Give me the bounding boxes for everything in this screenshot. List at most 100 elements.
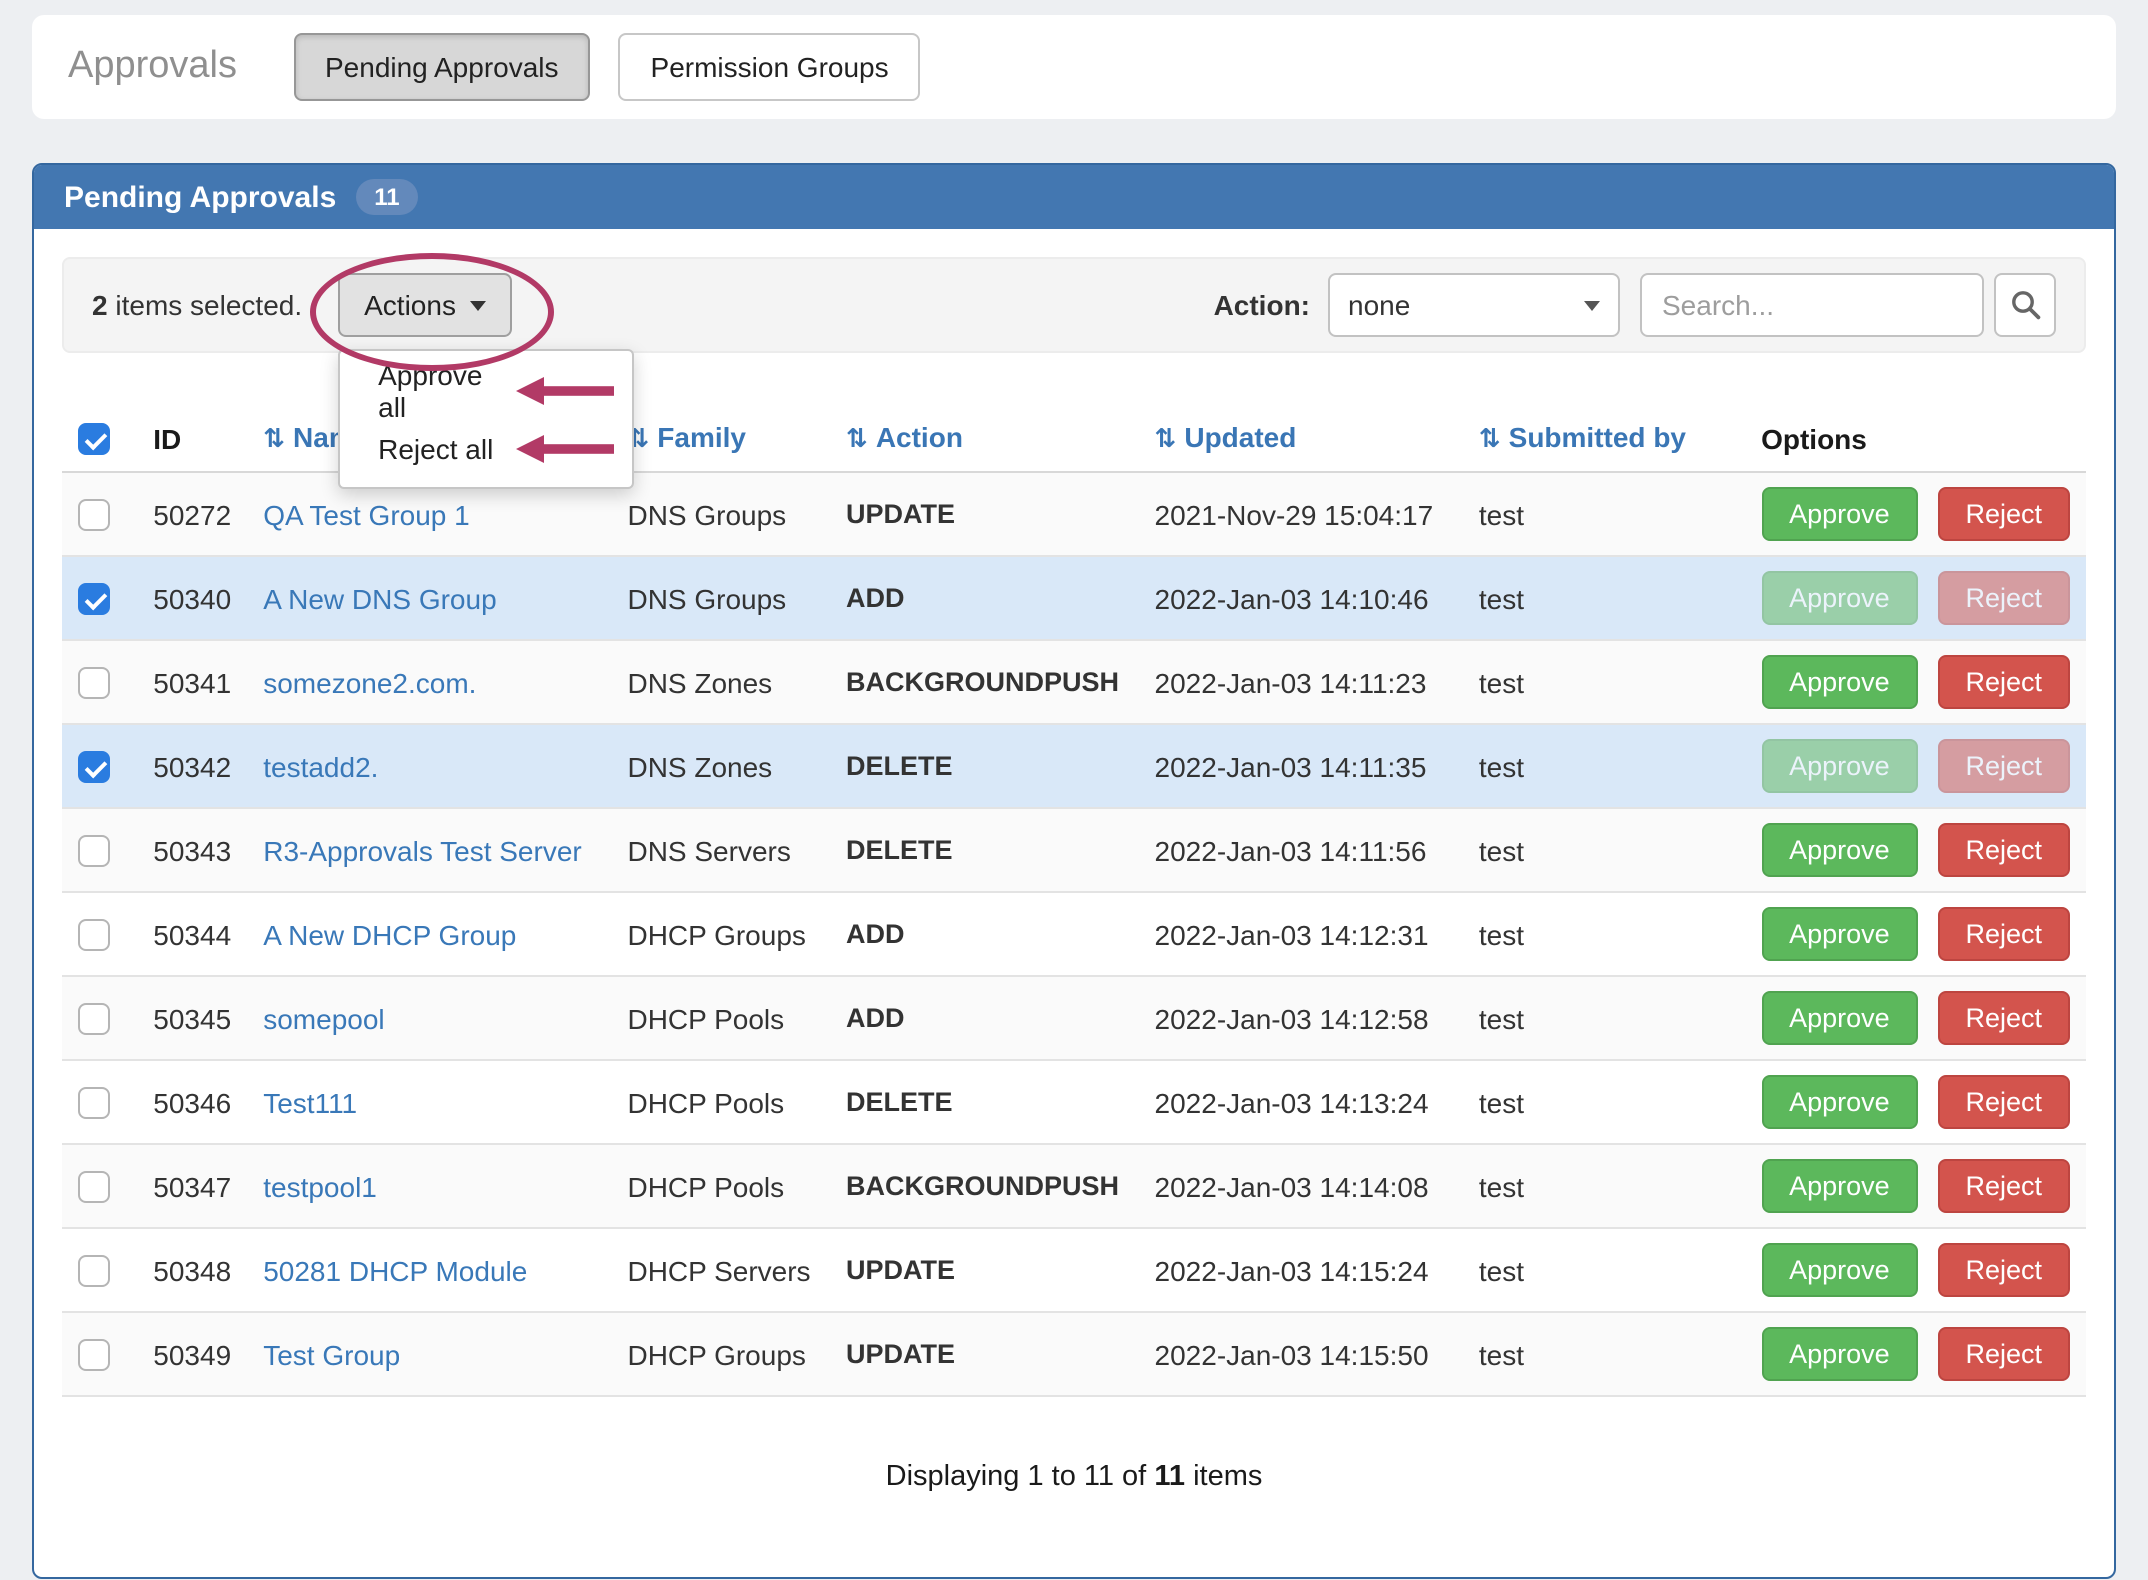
approve-button[interactable]: Approve — [1761, 824, 1918, 878]
column-header-action[interactable]: ⇅Action — [830, 405, 1139, 473]
item-name-link[interactable]: somezone2.com. — [263, 667, 476, 699]
reject-button[interactable]: Reject — [1937, 992, 2070, 1046]
reject-button[interactable]: Reject — [1937, 572, 2070, 626]
row-action: ADD — [830, 557, 1139, 641]
row-action: ADD — [830, 893, 1139, 977]
column-header-submitted-by[interactable]: ⇅Submitted by — [1463, 405, 1745, 473]
item-name-link[interactable]: Test111 — [263, 1087, 357, 1119]
reject-button[interactable]: Reject — [1937, 1076, 2070, 1130]
reject-button[interactable]: Reject — [1937, 1160, 2070, 1214]
item-name-link[interactable]: somepool — [263, 1003, 384, 1035]
row-submitted-by: test — [1463, 977, 1745, 1061]
reject-button[interactable]: Reject — [1937, 656, 2070, 710]
row-submitted-by: test — [1463, 1313, 1745, 1397]
row-checkbox[interactable] — [78, 752, 110, 784]
displaying-status: Displaying 1 to 11 of 11 items — [62, 1462, 2086, 1494]
approve-button[interactable]: Approve — [1761, 1328, 1918, 1382]
row-id: 50346 — [137, 1061, 247, 1145]
pending-approvals-table: ID ⇅Name ⇅Family ⇅Action ⇅Updated ⇅Submi… — [62, 405, 2086, 1398]
approve-button[interactable]: Approve — [1761, 908, 1918, 962]
reject-button[interactable]: Reject — [1937, 1328, 2070, 1382]
row-checkbox[interactable] — [78, 1256, 110, 1288]
table-row: 50341 somezone2.com. DNS Zones BACKGROUN… — [62, 641, 2086, 725]
column-header-family[interactable]: ⇅Family — [611, 405, 830, 473]
reject-button[interactable]: Reject — [1937, 824, 2070, 878]
reject-button[interactable]: Reject — [1937, 740, 2070, 794]
row-family: DNS Groups — [611, 473, 830, 557]
approve-button[interactable]: Approve — [1761, 572, 1918, 626]
item-name-link[interactable]: testpool1 — [263, 1171, 377, 1203]
row-id: 50349 — [137, 1313, 247, 1397]
sort-icon: ⇅ — [846, 425, 868, 455]
row-checkbox[interactable] — [78, 584, 110, 616]
search-button[interactable] — [1994, 273, 2056, 337]
tab-permission-groups[interactable]: Permission Groups — [619, 33, 921, 101]
row-submitted-by: test — [1463, 1229, 1745, 1313]
displaying-total: 11 — [1154, 1462, 1185, 1494]
selected-count: 2 — [92, 289, 108, 321]
row-checkbox[interactable] — [78, 668, 110, 700]
select-caret-icon — [1584, 300, 1600, 310]
panel-title: Pending Approvals — [64, 180, 336, 214]
tab-pending-approvals[interactable]: Pending Approvals — [293, 33, 591, 101]
table-row: 50340 A New DNS Group DNS Groups ADD 202… — [62, 557, 2086, 641]
row-checkbox[interactable] — [78, 500, 110, 532]
item-name-link[interactable]: A New DHCP Group — [263, 919, 516, 951]
menu-item-approve-all[interactable]: Approve all — [340, 361, 632, 419]
approve-button[interactable]: Approve — [1761, 656, 1918, 710]
reject-button[interactable]: Reject — [1937, 908, 2070, 962]
row-id: 50344 — [137, 893, 247, 977]
row-updated: 2022-Jan-03 14:14:08 — [1139, 1145, 1463, 1229]
table-row: 50342 testadd2. DNS Zones DELETE 2022-Ja… — [62, 725, 2086, 809]
row-checkbox[interactable] — [78, 836, 110, 868]
action-filter-label: Action: — [1214, 289, 1310, 321]
reject-button[interactable]: Reject — [1937, 1244, 2070, 1298]
displaying-prefix: Displaying 1 to 11 of — [886, 1462, 1147, 1494]
actions-dropdown-menu: Approve all Reject all — [338, 349, 634, 489]
column-header-updated[interactable]: ⇅Updated — [1139, 405, 1463, 473]
row-family: DHCP Groups — [611, 1313, 830, 1397]
reject-button[interactable]: Reject — [1937, 488, 2070, 542]
panel-body: 2 items selected. Actions Approve all — [34, 229, 2114, 1578]
search-input[interactable] — [1640, 273, 1984, 337]
row-action: UPDATE — [830, 1313, 1139, 1397]
annotation-arrow-icon — [516, 434, 616, 462]
caret-down-icon — [470, 300, 486, 310]
row-checkbox[interactable] — [78, 1088, 110, 1120]
approve-button[interactable]: Approve — [1761, 992, 1918, 1046]
count-badge: 11 — [356, 179, 417, 215]
item-name-link[interactable]: R3-Approvals Test Server — [263, 835, 582, 867]
actions-button[interactable]: Actions — [338, 273, 512, 337]
row-family: DNS Zones — [611, 641, 830, 725]
table-row: 50348 50281 DHCP Module DHCP Servers UPD… — [62, 1229, 2086, 1313]
row-id: 50347 — [137, 1145, 247, 1229]
item-name-link[interactable]: A New DNS Group — [263, 583, 496, 615]
item-name-link[interactable]: QA Test Group 1 — [263, 499, 470, 531]
menu-item-label: Approve all — [378, 358, 504, 422]
row-family: DNS Groups — [611, 557, 830, 641]
row-family: DHCP Servers — [611, 1229, 830, 1313]
panel-header: Pending Approvals 11 — [34, 165, 2114, 229]
select-all-checkbox[interactable] — [78, 424, 110, 456]
approve-button[interactable]: Approve — [1761, 488, 1918, 542]
row-checkbox[interactable] — [78, 1340, 110, 1372]
table-row: 50345 somepool DHCP Pools ADD 2022-Jan-0… — [62, 977, 2086, 1061]
menu-item-reject-all[interactable]: Reject all — [340, 419, 632, 477]
row-submitted-by: test — [1463, 641, 1745, 725]
sort-icon: ⇅ — [263, 425, 285, 455]
approve-button[interactable]: Approve — [1761, 1076, 1918, 1130]
item-name-link[interactable]: testadd2. — [263, 751, 378, 783]
approve-button[interactable]: Approve — [1761, 1244, 1918, 1298]
item-name-link[interactable]: Test Group — [263, 1339, 400, 1371]
row-updated: 2022-Jan-03 14:11:56 — [1139, 809, 1463, 893]
item-name-link[interactable]: 50281 DHCP Module — [263, 1255, 527, 1287]
approve-button[interactable]: Approve — [1761, 1160, 1918, 1214]
row-action: DELETE — [830, 809, 1139, 893]
row-checkbox[interactable] — [78, 1172, 110, 1204]
row-family: DNS Servers — [611, 809, 830, 893]
page: Approvals Pending Approvals Permission G… — [0, 15, 2148, 1389]
row-checkbox[interactable] — [78, 1004, 110, 1036]
approve-button[interactable]: Approve — [1761, 740, 1918, 794]
action-filter-select[interactable]: none — [1328, 273, 1620, 337]
row-checkbox[interactable] — [78, 920, 110, 952]
